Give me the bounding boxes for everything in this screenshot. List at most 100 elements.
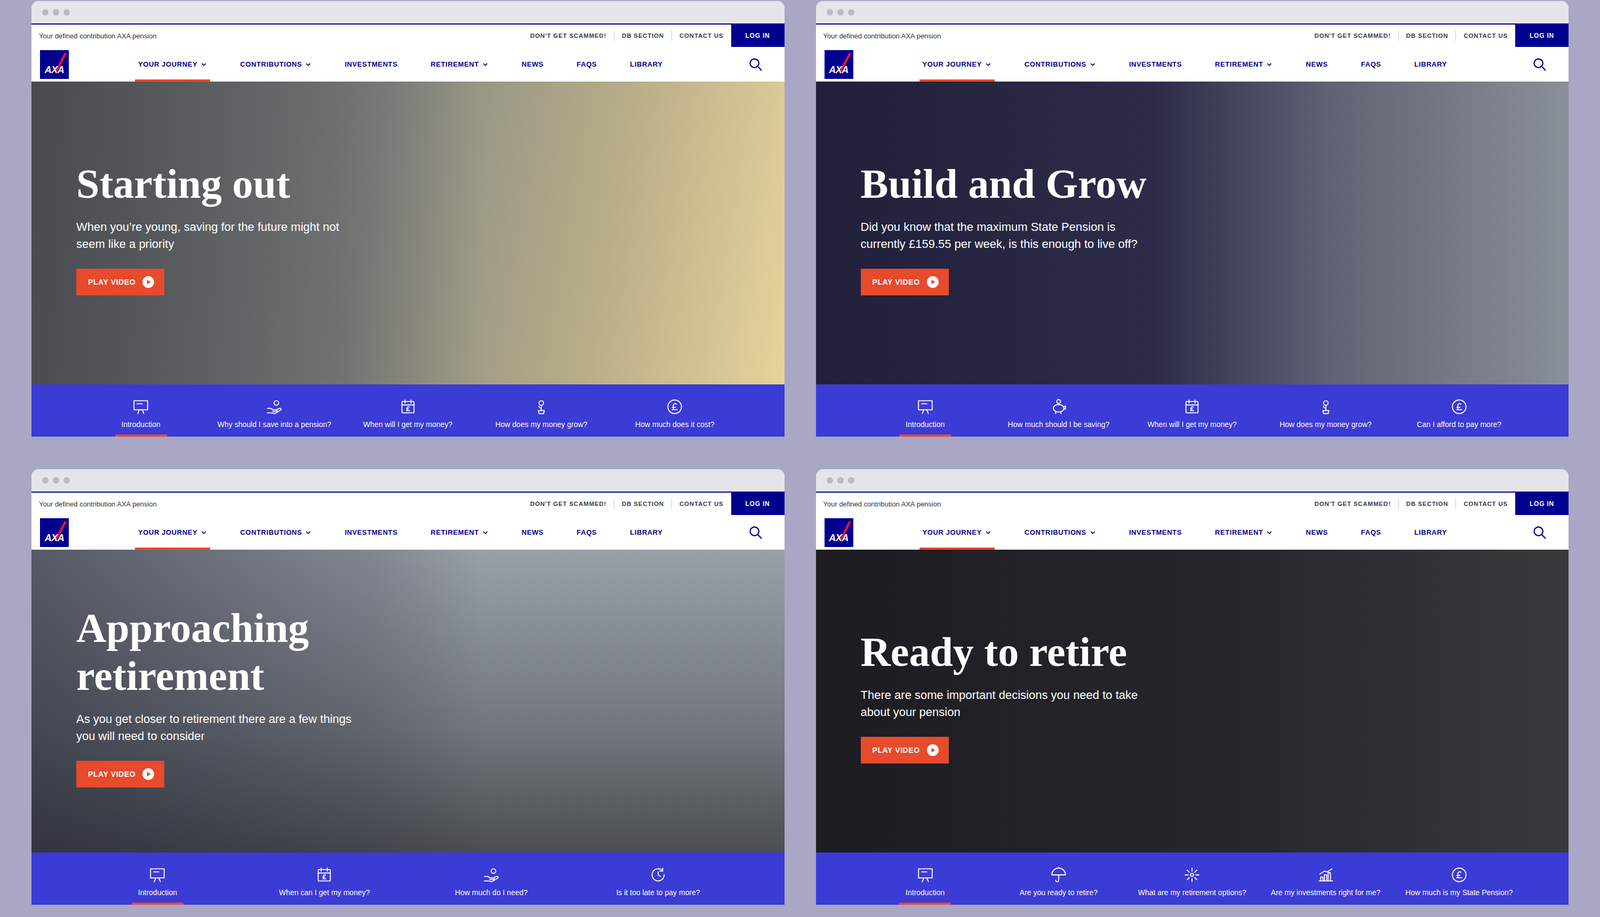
- hero-banner: Starting out When you’re young, saving f…: [31, 81, 785, 385]
- nav-item[interactable]: FAQS: [573, 515, 600, 550]
- journey-tab[interactable]: Are you ready to retire?: [992, 852, 1126, 906]
- journey-tab[interactable]: Introduction: [74, 384, 208, 437]
- utility-link[interactable]: DB SECTION: [1398, 30, 1456, 42]
- nav-item[interactable]: LIBRARY: [626, 46, 667, 82]
- journey-tab[interactable]: How does my money grow?: [474, 384, 608, 437]
- journey-tab[interactable]: When will I get my money?: [341, 384, 475, 437]
- nav-item[interactable]: NEWS: [1302, 515, 1331, 550]
- nav-item[interactable]: CONTRIBUTIONS: [1021, 515, 1100, 550]
- utility-link[interactable]: CONTACT US: [671, 30, 732, 42]
- journey-tab[interactable]: When can I get my money?: [241, 852, 408, 906]
- login-button[interactable]: LOG IN: [731, 24, 785, 47]
- axa-logo[interactable]: AXA: [40, 50, 69, 79]
- nav-item[interactable]: RETIREMENT: [1211, 515, 1277, 550]
- nav-item[interactable]: YOUR JOURNEY: [134, 46, 211, 82]
- journey-tab[interactable]: Why should I save into a pension?: [207, 384, 341, 437]
- nav-item[interactable]: CONTRIBUTIONS: [236, 515, 315, 550]
- calendar-icon: [315, 866, 334, 885]
- window-dot[interactable]: [42, 9, 49, 16]
- nav-item[interactable]: INVESTMENTS: [1125, 46, 1186, 82]
- chevron-down-icon: [1089, 61, 1096, 68]
- browser-window: Your defined contribution AXA pension DO…: [31, 469, 785, 906]
- journey-tab[interactable]: How much should I be saving?: [992, 384, 1126, 437]
- utility-link[interactable]: CONTACT US: [671, 498, 732, 510]
- axa-logo[interactable]: AXA: [40, 518, 69, 548]
- utility-link[interactable]: DON'T GET SCAMMED!: [1307, 498, 1399, 510]
- play-video-button[interactable]: PLAY VIDEO: [76, 761, 165, 788]
- window-dot[interactable]: [52, 477, 60, 484]
- login-button[interactable]: LOG IN: [1515, 24, 1569, 47]
- play-video-button[interactable]: PLAY VIDEO: [860, 268, 949, 296]
- window-dot[interactable]: [826, 9, 834, 16]
- window-dot[interactable]: [848, 9, 855, 16]
- utility-link[interactable]: CONTACT US: [1455, 30, 1516, 42]
- nav-item[interactable]: RETIREMENT: [427, 46, 492, 82]
- journey-tab[interactable]: How much is my State Pension?: [1392, 852, 1526, 906]
- nav-item[interactable]: LIBRARY: [1411, 515, 1451, 550]
- window-dot[interactable]: [826, 477, 834, 484]
- nav-item[interactable]: YOUR JOURNEY: [134, 515, 211, 550]
- axa-logo[interactable]: AXA: [824, 50, 854, 79]
- hero-title: Approaching retirement: [76, 604, 418, 700]
- utility-bar: Your defined contribution AXA pension DO…: [31, 23, 785, 47]
- window-dot[interactable]: [52, 9, 60, 16]
- journey-tab[interactable]: How much do I need?: [408, 852, 575, 906]
- utility-link[interactable]: DON'T GET SCAMMED!: [1307, 30, 1399, 42]
- window-dot[interactable]: [848, 477, 855, 484]
- nav-item[interactable]: INVESTMENTS: [341, 46, 401, 82]
- search-icon[interactable]: [748, 57, 764, 72]
- search-icon[interactable]: [1532, 525, 1548, 541]
- nav-item[interactable]: NEWS: [1302, 46, 1331, 82]
- window-dot[interactable]: [837, 477, 844, 484]
- window-dot[interactable]: [837, 9, 844, 16]
- utility-link[interactable]: CONTACT US: [1455, 498, 1516, 510]
- nav-item[interactable]: NEWS: [518, 46, 547, 82]
- journey-tabs: Introduction Are you ready to retire? Wh…: [816, 852, 1570, 906]
- journey-tab[interactable]: Introduction: [74, 852, 242, 906]
- search-icon[interactable]: [1532, 57, 1548, 72]
- utility-link[interactable]: DB SECTION: [613, 30, 672, 42]
- nav-item[interactable]: LIBRARY: [626, 515, 667, 550]
- tagline: Your defined contribution AXA pension: [38, 500, 157, 509]
- nav-item[interactable]: CONTRIBUTIONS: [236, 46, 315, 82]
- utility-link[interactable]: DB SECTION: [1398, 498, 1456, 510]
- nav-item[interactable]: INVESTMENTS: [1125, 515, 1186, 550]
- play-video-button[interactable]: PLAY VIDEO: [860, 737, 949, 764]
- utility-link[interactable]: DON'T GET SCAMMED!: [522, 30, 614, 42]
- journey-tab[interactable]: How does my money grow?: [1258, 384, 1392, 437]
- browser-chrome: [31, 469, 785, 492]
- sparkle-icon: [1182, 866, 1202, 885]
- journey-tab[interactable]: When will I get my money?: [1125, 384, 1259, 437]
- journey-tab[interactable]: Are my investments right for me?: [1258, 852, 1392, 906]
- play-video-button[interactable]: PLAY VIDEO: [76, 268, 165, 296]
- nav-item[interactable]: YOUR JOURNEY: [919, 46, 995, 82]
- search-icon[interactable]: [748, 525, 764, 541]
- nav-item[interactable]: RETIREMENT: [427, 515, 492, 550]
- journey-tab[interactable]: How much does it cost?: [608, 384, 742, 437]
- nav-item[interactable]: INVESTMENTS: [341, 515, 401, 550]
- chevron-down-icon: [200, 61, 207, 68]
- window-dot[interactable]: [63, 477, 70, 484]
- nav-item[interactable]: RETIREMENT: [1211, 46, 1277, 82]
- nav-item[interactable]: YOUR JOURNEY: [919, 515, 995, 550]
- utility-link[interactable]: DB SECTION: [613, 498, 672, 510]
- journey-tab[interactable]: Is it too late to pay more?: [574, 852, 742, 906]
- nav-item[interactable]: FAQS: [1357, 46, 1385, 82]
- hero-title: Starting out: [76, 160, 365, 208]
- utility-link[interactable]: DON'T GET SCAMMED!: [522, 498, 614, 510]
- window-dot[interactable]: [63, 9, 70, 16]
- pound-icon: [665, 397, 684, 416]
- journey-tab[interactable]: Can I afford to pay more?: [1392, 384, 1526, 437]
- login-button[interactable]: LOG IN: [1515, 492, 1569, 516]
- nav-item[interactable]: FAQS: [1357, 515, 1385, 550]
- nav-item[interactable]: NEWS: [518, 515, 547, 550]
- journey-tab[interactable]: Introduction: [858, 384, 992, 437]
- login-button[interactable]: LOG IN: [731, 492, 785, 516]
- nav-item[interactable]: FAQS: [573, 46, 600, 82]
- journey-tab[interactable]: What are my retirement options?: [1125, 852, 1259, 906]
- journey-tab[interactable]: Introduction: [858, 852, 992, 906]
- nav-item[interactable]: CONTRIBUTIONS: [1021, 46, 1100, 82]
- window-dot[interactable]: [42, 477, 49, 484]
- axa-logo[interactable]: AXA: [824, 518, 854, 548]
- nav-item[interactable]: LIBRARY: [1411, 46, 1451, 82]
